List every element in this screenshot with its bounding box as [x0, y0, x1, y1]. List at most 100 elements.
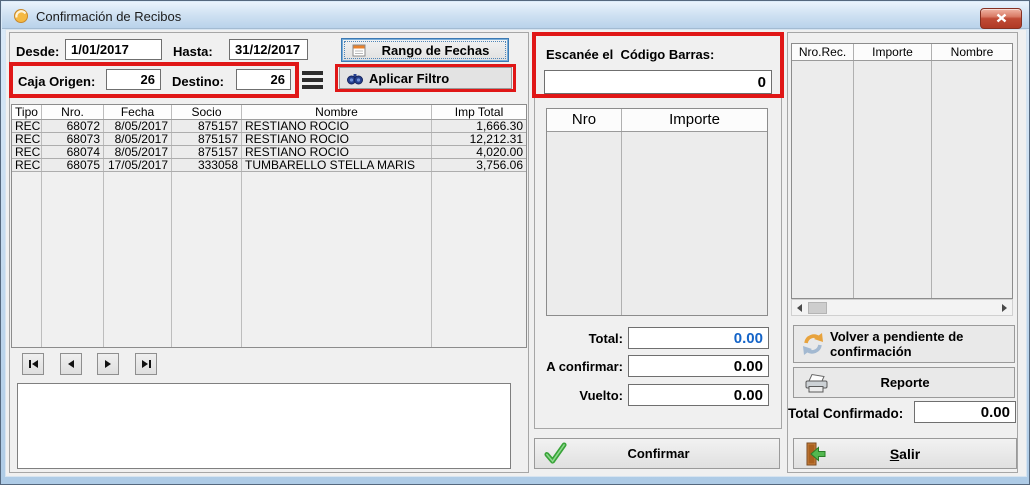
horizontal-scrollbar[interactable] — [791, 299, 1013, 316]
table-row[interactable]: RECO 68074 8/05/2017 875157 RESTIANO ROC… — [12, 146, 526, 159]
cell-tipo: RECO — [12, 146, 42, 158]
vuelto-input[interactable] — [628, 384, 769, 406]
col-header-tipo[interactable]: Tipo — [12, 105, 42, 119]
binoculars-icon — [347, 72, 363, 85]
close-button[interactable] — [980, 8, 1022, 29]
app-icon — [13, 8, 29, 24]
receipts-table: Tipo Nro. Fecha Socio Nombre Imp Total R… — [11, 104, 527, 348]
barcode-label: Escanée el Código Barras: — [546, 47, 714, 62]
window-title: Confirmación de Recibos — [36, 9, 181, 24]
nav-next-button[interactable] — [97, 353, 119, 375]
cell-imp-total: 1,666.30 — [432, 120, 526, 132]
desde-label: Desde: — [16, 44, 59, 59]
cell-socio: 333058 — [172, 159, 242, 171]
scrollbar-thumb[interactable] — [808, 302, 827, 314]
col-header-socio[interactable]: Socio — [172, 105, 242, 119]
vuelto-label: Vuelto: — [503, 388, 623, 403]
confirmed-table-empty-area — [792, 61, 1012, 298]
cell-imp-total: 3,756.06 — [432, 159, 526, 171]
cell-nombre: TUMBARELLO STELLA MARIS — [242, 159, 432, 171]
close-icon — [996, 10, 1007, 28]
caja-origen-input[interactable] — [106, 69, 161, 90]
cell-tipo: RECO — [12, 120, 42, 132]
cell-nro: 68072 — [42, 120, 104, 132]
table-row[interactable]: RECO 68075 17/05/2017 333058 TUMBARELLO … — [12, 159, 526, 172]
rango-de-fechas-label: Rango de Fechas — [367, 43, 504, 58]
scan-col-nro[interactable]: Nro — [547, 109, 622, 131]
total-input[interactable] — [628, 327, 769, 349]
cell-imp-total: 12,212.31 — [432, 133, 526, 145]
table-empty-area — [12, 172, 526, 347]
conf-col-importe[interactable]: Importe — [854, 44, 932, 60]
reporte-button[interactable]: Reporte — [793, 367, 1015, 398]
calendar-icon — [352, 43, 367, 58]
cell-nombre: RESTIANO ROCIO — [242, 120, 432, 132]
cell-fecha: 8/05/2017 — [104, 133, 172, 145]
cell-tipo: RECO — [12, 159, 42, 171]
cell-tipo: RECO — [12, 133, 42, 145]
total-label: Total: — [503, 331, 623, 346]
col-header-nombre[interactable]: Nombre — [242, 105, 432, 119]
scroll-left-icon[interactable] — [797, 304, 802, 312]
first-record-icon — [29, 360, 31, 368]
conf-col-nro-rec[interactable]: Nro.Rec. — [792, 44, 854, 60]
salir-button[interactable]: Salir — [793, 438, 1017, 469]
scanned-items-table: Nro Importe — [546, 108, 768, 316]
salir-label: Salir — [828, 446, 982, 462]
total-confirmado-label: Total Confirmado: — [788, 406, 903, 421]
cell-nro: 68074 — [42, 146, 104, 158]
hasta-input[interactable] — [229, 39, 308, 60]
confirmed-table: Nro.Rec. Importe Nombre — [791, 43, 1013, 299]
cell-nombre: RESTIANO ROCIO — [242, 146, 432, 158]
table-row[interactable]: RECO 68073 8/05/2017 875157 RESTIANO ROC… — [12, 133, 526, 146]
conf-col-nombre[interactable]: Nombre — [932, 44, 1012, 60]
cell-socio: 875157 — [172, 120, 242, 132]
nav-last-button[interactable] — [135, 353, 157, 375]
aplicar-filtro-label: Aplicar Filtro — [363, 71, 511, 86]
col-header-fecha[interactable]: Fecha — [104, 105, 172, 119]
cell-socio: 875157 — [172, 146, 242, 158]
desde-input[interactable] — [65, 39, 162, 60]
cell-fecha: 8/05/2017 — [104, 146, 172, 158]
refresh-icon — [800, 331, 826, 357]
destino-input[interactable] — [236, 69, 291, 90]
nav-first-button[interactable] — [22, 353, 44, 375]
volver-pendiente-label: Volver a pendiente de confirmación — [826, 329, 1014, 359]
col-header-nro[interactable]: Nro. — [42, 105, 104, 119]
a-confirmar-input[interactable] — [628, 355, 769, 377]
receipts-table-header[interactable]: Tipo Nro. Fecha Socio Nombre Imp Total — [12, 105, 526, 120]
reporte-label: Reporte — [830, 375, 980, 390]
menu-icon[interactable] — [302, 71, 323, 92]
volver-pendiente-button[interactable]: Volver a pendiente de confirmación — [793, 325, 1015, 363]
next-record-icon — [105, 360, 111, 368]
cell-imp-total: 4,020.00 — [432, 146, 526, 158]
scan-table-empty-area — [547, 132, 767, 315]
cell-nombre: RESTIANO ROCIO — [242, 133, 432, 145]
notes-textarea[interactable] — [17, 383, 511, 469]
checkmark-icon — [543, 441, 568, 466]
hasta-label: Hasta: — [173, 44, 213, 59]
printer-icon — [804, 372, 830, 394]
last-record-icon — [142, 360, 148, 368]
scan-col-importe[interactable]: Importe — [622, 109, 767, 131]
title-bar[interactable]: Confirmación de Recibos — [2, 2, 1030, 29]
destino-label: Destino: — [172, 74, 224, 89]
confirmar-label: Confirmar — [568, 446, 749, 461]
cell-nro: 68075 — [42, 159, 104, 171]
cell-fecha: 17/05/2017 — [104, 159, 172, 171]
scroll-right-icon[interactable] — [1002, 304, 1007, 312]
confirmar-button[interactable]: Confirmar — [534, 438, 780, 469]
table-row[interactable]: RECO 68072 8/05/2017 875157 RESTIANO ROC… — [12, 120, 526, 133]
prev-record-icon — [68, 360, 74, 368]
total-confirmado-input[interactable] — [914, 401, 1016, 423]
barcode-input[interactable] — [544, 70, 772, 94]
dialog-window: Confirmación de Recibos Desde: Hasta: Ra… — [0, 0, 1030, 485]
rango-de-fechas-button[interactable]: Rango de Fechas — [341, 38, 509, 62]
nav-prev-button[interactable] — [60, 353, 82, 375]
cell-fecha: 8/05/2017 — [104, 120, 172, 132]
cell-nro: 68073 — [42, 133, 104, 145]
caja-origen-label: Caja Origen: — [18, 74, 95, 89]
col-header-imp-total[interactable]: Imp Total — [432, 105, 526, 119]
aplicar-filtro-button[interactable]: Aplicar Filtro — [339, 67, 512, 89]
a-confirmar-label: A confirmar: — [503, 359, 623, 374]
